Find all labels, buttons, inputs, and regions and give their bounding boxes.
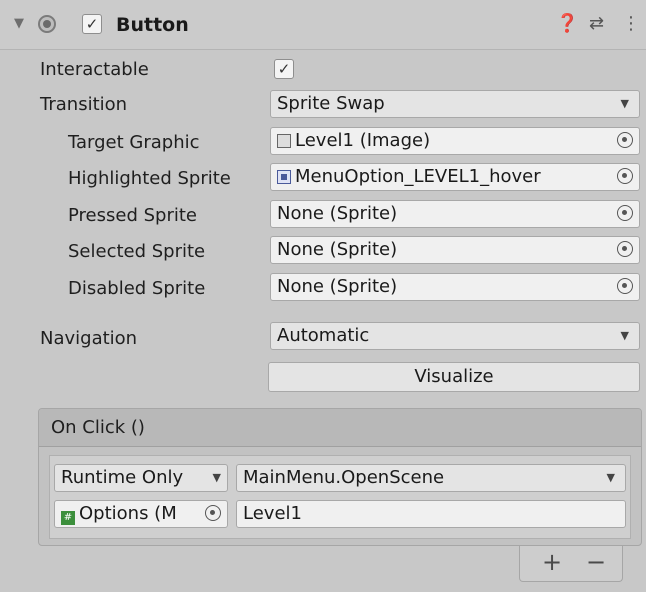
target-graphic-field[interactable]: Level1 (Image) (270, 127, 640, 155)
disabled-sprite-value: None (Sprite) (277, 276, 398, 297)
pressed-sprite-label: Pressed Sprite (68, 205, 197, 226)
image-icon (277, 134, 291, 148)
component-title: Button (116, 14, 189, 36)
triangle-down-icon[interactable]: ▼ (14, 16, 24, 31)
function-value: MainMenu.OpenScene (243, 467, 445, 488)
disabled-sprite-field[interactable]: None (Sprite) (270, 273, 640, 301)
interactable-label: Interactable (40, 59, 149, 80)
pressed-sprite-value: None (Sprite) (277, 203, 398, 224)
object-picker-icon[interactable] (617, 241, 633, 257)
target-graphic-label: Target Graphic (68, 132, 200, 153)
chevron-down-icon: ▼ (620, 329, 629, 342)
remove-button[interactable]: − (586, 548, 606, 576)
selected-sprite-label: Selected Sprite (68, 241, 206, 262)
navigation-value: Automatic (277, 325, 370, 346)
object-picker-icon[interactable] (617, 168, 633, 184)
more-icon[interactable]: ⋮ (622, 13, 640, 34)
transition-value: Sprite Swap (277, 93, 385, 114)
add-button[interactable]: + (542, 548, 562, 576)
transition-label: Transition (40, 94, 128, 115)
navigation-dropdown[interactable]: Automatic ▼ (270, 322, 640, 350)
chevron-down-icon: ▼ (606, 471, 615, 484)
interactable-checkbox[interactable]: ✓ (274, 59, 294, 79)
runtime-dropdown[interactable]: Runtime Only ▼ (54, 464, 228, 492)
help-icon[interactable]: ❓ (556, 13, 578, 34)
on-click-entry: Runtime Only ▼ MainMenu.OpenScene ▼ # Opt… (49, 455, 631, 539)
on-click-header: On Click () (39, 409, 641, 447)
component-header: ▼ ✓ Button ❓ ⇄ ⋮ (0, 0, 646, 50)
runtime-value: Runtime Only (61, 467, 184, 488)
script-icon: # (61, 511, 75, 525)
highlighted-sprite-label: Highlighted Sprite (68, 168, 231, 189)
on-click-event: On Click () Runtime Only ▼ MainMenu.Open… (38, 408, 642, 546)
object-picker-icon[interactable] (617, 132, 633, 148)
target-object-value: Options (M (79, 503, 177, 524)
object-picker-icon[interactable] (205, 505, 221, 521)
argument-field[interactable]: Level1 (236, 500, 626, 528)
target-graphic-value: Level1 (Image) (295, 130, 431, 151)
event-list-footer: + − (519, 546, 623, 582)
object-picker-icon[interactable] (617, 278, 633, 294)
function-dropdown[interactable]: MainMenu.OpenScene ▼ (236, 464, 626, 492)
highlighted-sprite-field[interactable]: MenuOption_LEVEL1_hover (270, 163, 640, 191)
highlighted-sprite-value: MenuOption_LEVEL1_hover (295, 166, 541, 187)
selected-sprite-field[interactable]: None (Sprite) (270, 236, 640, 264)
chevron-down-icon: ▼ (620, 97, 629, 110)
target-object-field[interactable]: # Options (M (54, 500, 228, 528)
visualize-button[interactable]: Visualize (268, 362, 640, 392)
argument-value: Level1 (243, 503, 302, 524)
component-icon (38, 15, 56, 33)
transition-dropdown[interactable]: Sprite Swap ▼ (270, 90, 640, 118)
navigation-label: Navigation (40, 328, 138, 349)
on-click-title: On Click () (51, 417, 145, 438)
object-picker-icon[interactable] (617, 205, 633, 221)
disabled-sprite-label: Disabled Sprite (68, 278, 206, 299)
sprite-icon (277, 170, 291, 184)
preset-icon[interactable]: ⇄ (589, 13, 604, 34)
pressed-sprite-field[interactable]: None (Sprite) (270, 200, 640, 228)
enabled-checkbox[interactable]: ✓ (82, 14, 102, 34)
selected-sprite-value: None (Sprite) (277, 239, 398, 260)
chevron-down-icon: ▼ (212, 471, 221, 484)
